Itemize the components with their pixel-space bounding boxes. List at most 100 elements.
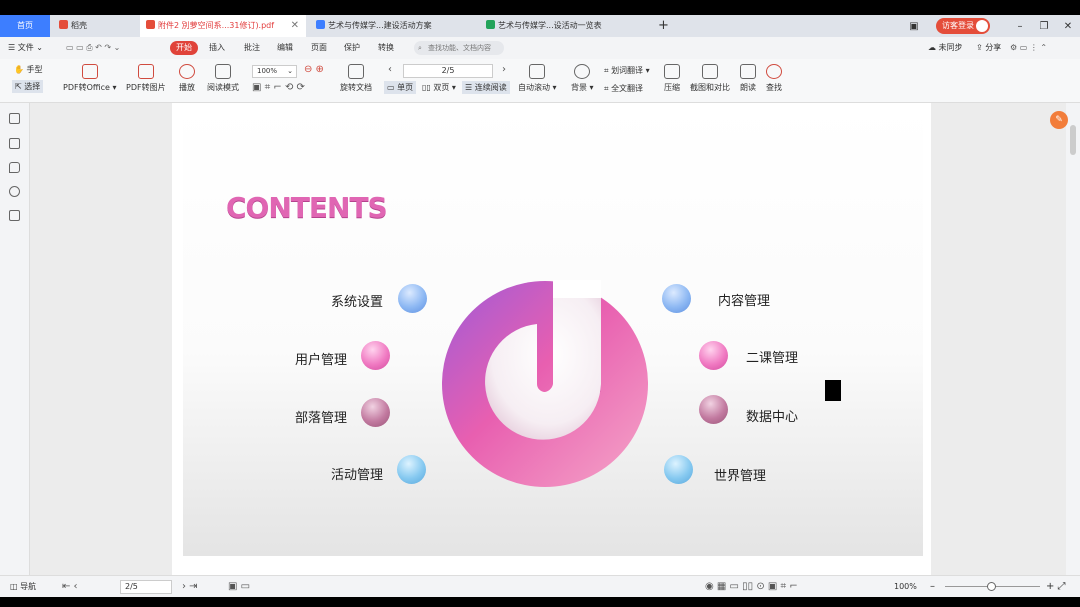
double-page-button[interactable]: ▯▯ 双页 ▾: [422, 82, 456, 93]
menu-item-world-management: 世界管理: [714, 469, 767, 484]
top-black-border: [0, 0, 1080, 15]
tab-pdf-active[interactable]: 附件2 別萝空间系...31修订).pdf ✕: [140, 15, 306, 37]
menu-file[interactable]: ☰ 文件 ⌄: [8, 37, 43, 59]
menu-protect[interactable]: 保护: [344, 37, 360, 59]
pdf-icon: [146, 20, 155, 29]
continuous-read-button[interactable]: ☰ 连续阅读: [462, 81, 510, 94]
close-window-button[interactable]: ✕: [1056, 21, 1080, 32]
compress-icon: [664, 64, 680, 79]
word-translate-button[interactable]: ⌗ 划词翻译 ▾: [604, 65, 650, 76]
pdf-to-office-button[interactable]: PDF转Office ▾: [63, 64, 117, 93]
close-icon[interactable]: ✕: [291, 15, 299, 37]
docer-icon: [59, 20, 68, 29]
zoom-in-button[interactable]: + ⤢: [1046, 576, 1066, 598]
slide: CONTENTS 系统设置 用户管理 部落管理 活动管理 内容管理 二课管理 数…: [183, 103, 923, 556]
menu-annotate[interactable]: 批注: [244, 37, 260, 59]
menu-page[interactable]: 页面: [311, 37, 327, 59]
full-translate-button[interactable]: ⌗ 全文翻译: [604, 83, 643, 94]
zoom-buttons[interactable]: ⊖ ⊕: [304, 64, 324, 75]
attachment-icon[interactable]: [9, 186, 20, 197]
tab-home[interactable]: 首页: [0, 15, 50, 37]
menu-item-tribe-management: 部落管理: [295, 411, 348, 426]
comment-icon[interactable]: [9, 162, 20, 173]
menu-start[interactable]: 开始: [170, 41, 198, 55]
vertical-scrollbar[interactable]: [1066, 103, 1080, 575]
nav-toggle[interactable]: ◫ 导航: [10, 576, 36, 598]
compress-button[interactable]: 压缩: [664, 64, 680, 93]
next-page-button[interactable]: ›: [502, 64, 506, 75]
prev-page-button[interactable]: ‹: [388, 64, 392, 75]
zoom-slider-handle[interactable]: [987, 582, 996, 591]
compress-label: 压缩: [664, 83, 680, 92]
speaker-icon: [740, 64, 756, 79]
single-page-button[interactable]: ▭ 单页: [384, 81, 417, 94]
tab-spreadsheet[interactable]: 艺术与传媒学...设活动一览表: [478, 15, 646, 37]
signature-icon[interactable]: [9, 210, 20, 221]
page-number-input[interactable]: 2/5: [403, 64, 493, 78]
pdf-to-office-icon: [81, 64, 98, 79]
hand-tool[interactable]: ✋ 手型: [14, 64, 43, 75]
toolbar: ✋ 手型 ⇱ 选择 PDF转Office ▾ PDF转图片 播放 阅读模式 10…: [0, 59, 1080, 103]
pdf-to-image-icon: [137, 64, 154, 79]
login-label: 访客登录: [942, 21, 974, 30]
search-input[interactable]: ⌕ 查找功能、文档内容: [414, 41, 504, 55]
search-icon: ⌕: [418, 44, 422, 52]
translate-label: 划词翻译: [611, 66, 644, 75]
first-prev-page-buttons[interactable]: ⇤ ‹: [62, 576, 78, 598]
share-button[interactable]: ⇪ 分享: [976, 37, 1001, 59]
pdf-to-image-label: PDF转图片: [126, 83, 166, 92]
spreadsheet-icon: [486, 20, 495, 29]
quick-access-icons[interactable]: ▭ ▭ ⎙ ↶ ↷ ⌄: [66, 37, 120, 59]
view-tool-icons[interactable]: ▣ ⌗ ⌐ ⟲ ⟳: [252, 82, 305, 93]
read-aloud-button[interactable]: 朗读: [740, 64, 756, 93]
menu-item-user-management: 用户管理: [295, 353, 348, 368]
status-page-input[interactable]: 2/5: [120, 580, 172, 594]
menu-insert[interactable]: 插入: [209, 37, 225, 59]
rotate-button[interactable]: 旋转文档: [340, 64, 372, 93]
menu-item-content-management: 内容管理: [718, 294, 771, 309]
zoom-out-button[interactable]: –: [930, 576, 935, 598]
book-icon: [215, 64, 231, 79]
rotate-label: 旋转文档: [340, 83, 372, 92]
window-layout-icon[interactable]: ▣: [902, 21, 926, 32]
menu-item-system-settings: 系统设置: [331, 295, 384, 310]
minimize-button[interactable]: –: [1008, 21, 1032, 32]
sync-status[interactable]: ☁ 未同步: [928, 37, 963, 59]
find-button[interactable]: 查找: [766, 64, 782, 93]
tab-docer[interactable]: 稻壳: [52, 15, 138, 37]
menu-item-data-center: 数据中心: [746, 410, 799, 425]
tab-word-doc[interactable]: 艺术与传媒学...建设活动方案: [308, 15, 476, 37]
read-mode-button[interactable]: 阅读模式: [207, 64, 239, 93]
nav-label: 导航: [20, 582, 37, 591]
play-button[interactable]: 播放: [179, 64, 195, 93]
auto-scroll-button[interactable]: 自动滚动 ▾: [518, 64, 557, 93]
restore-button[interactable]: ❐: [1032, 21, 1056, 32]
menu-item-activity-management: 活动管理: [331, 468, 384, 483]
zoom-value: 100%: [257, 67, 278, 75]
assistant-float-icon[interactable]: ✎: [1050, 111, 1068, 129]
new-tab-button[interactable]: +: [658, 15, 669, 37]
fit-icons[interactable]: ▣ ▭: [228, 576, 250, 598]
bookmark-icon[interactable]: [9, 113, 20, 124]
select-tool[interactable]: ⇱ 选择: [12, 80, 44, 93]
chevron-down-icon: ⌄: [287, 67, 293, 75]
thumbnail-icon[interactable]: [9, 138, 20, 149]
more-icons[interactable]: ⚙ ▭ ⋮ ⌃: [1010, 37, 1047, 59]
cyan-ball-icon: [664, 455, 693, 484]
next-last-page-buttons[interactable]: › ⇥: [182, 576, 198, 598]
status-view-icons[interactable]: ◉ ▦ ▭ ▯▯ ⊙ ▣ ⌗ ⌐: [705, 576, 798, 598]
background-button[interactable]: 背景 ▾: [571, 64, 594, 93]
screenshot-compare-button[interactable]: 截图和对比: [690, 64, 730, 93]
menu-edit[interactable]: 编辑: [277, 37, 293, 59]
login-button[interactable]: 访客登录: [936, 18, 990, 34]
cyan-ball-icon: [397, 455, 426, 484]
menu-convert[interactable]: 转换: [378, 37, 394, 59]
left-sidebar: [0, 103, 30, 575]
zoom-select[interactable]: 100% ⌄: [252, 65, 297, 78]
scroll-thumb[interactable]: [1070, 125, 1076, 155]
tab-sheet-label: 艺术与传媒学...设活动一览表: [498, 21, 602, 30]
blue-ball-icon: [398, 284, 427, 313]
avatar: [976, 20, 988, 32]
app-logo-icon: [442, 280, 648, 487]
pdf-to-image-button[interactable]: PDF转图片: [126, 64, 166, 93]
